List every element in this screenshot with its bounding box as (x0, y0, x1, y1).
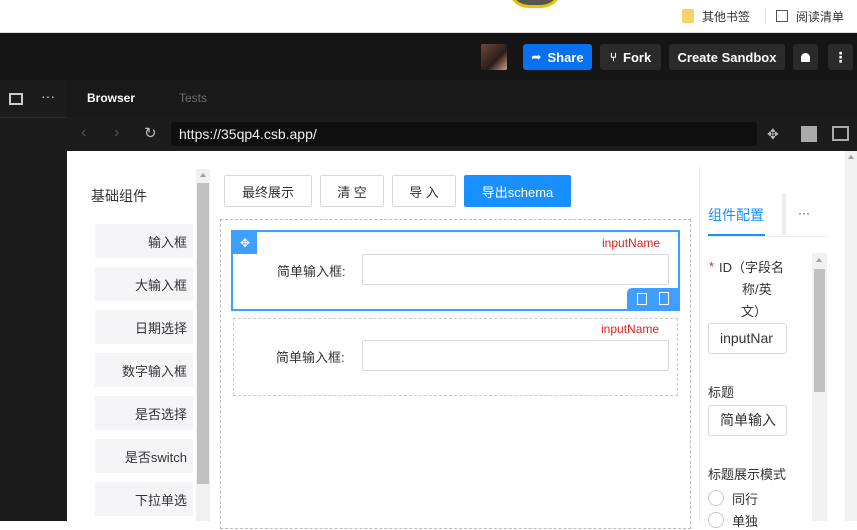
id-label-line1: ID（字段名 (719, 260, 785, 275)
fork-button[interactable]: ⑂ Fork (600, 44, 661, 70)
tab-browser[interactable]: Browser (87, 91, 135, 105)
button-label: 导 入 (409, 184, 439, 200)
field-name: inputName (602, 236, 661, 250)
back-icon[interactable]: ‹ (81, 124, 86, 142)
extension-icon[interactable] (507, 0, 563, 8)
title-input[interactable]: 简单输入 (708, 405, 787, 436)
title-mode-label: 标题展示模式 (708, 467, 787, 482)
scroll-thumb[interactable] (814, 269, 825, 392)
config-divider (699, 167, 700, 521)
bell-icon (801, 52, 810, 62)
split-view-icon[interactable] (801, 126, 817, 142)
id-label-line2: 称/英 (742, 282, 772, 297)
component-label: 输入框 (147, 234, 187, 250)
component-label: 大输入框 (134, 277, 187, 293)
component-label: 是否选择 (134, 406, 187, 422)
bookmark-item-other[interactable]: 其他书签 (682, 6, 750, 26)
bookmark-label: 阅读清单 (796, 9, 845, 24)
scroll-up-icon[interactable] (848, 155, 854, 159)
config-scrollbar[interactable] (812, 253, 827, 521)
move-icon[interactable]: ✥ (767, 126, 785, 144)
component-label: 日期选择 (134, 320, 187, 336)
component-item[interactable]: 日期选择 (95, 310, 193, 344)
reading-list-icon (776, 10, 788, 22)
more-menu-button[interactable]: ⋮ (828, 44, 853, 70)
page-scrollbar[interactable] (845, 151, 857, 521)
new-window-icon[interactable] (832, 126, 849, 141)
refresh-icon[interactable]: ↻ (144, 124, 157, 142)
share-icon: ➦ (531, 50, 542, 64)
bookmark-bar: 其他书签 阅读清单 (0, 0, 857, 33)
component-item[interactable]: 数字输入框 (95, 353, 193, 387)
field-label: 简单输入框: (276, 350, 345, 365)
delete-icon[interactable] (637, 293, 647, 305)
browser-tab-bar: Browser Tests (67, 80, 857, 117)
final-display-button[interactable]: 最终展示 (224, 175, 312, 207)
component-item[interactable]: 下拉单选 (95, 482, 193, 516)
field-label: 简单输入框: (277, 264, 346, 279)
avatar[interactable] (481, 44, 507, 70)
component-item[interactable]: 大输入框 (95, 267, 193, 301)
button-label: 导出schema (481, 184, 554, 200)
sidebar-panel: ··· (0, 80, 67, 521)
title-label: 标题 (708, 385, 735, 400)
scroll-up-icon[interactable] (816, 258, 822, 262)
tab-separator (708, 236, 829, 237)
tab-divider (782, 193, 786, 235)
scroll-thumb[interactable] (197, 183, 209, 484)
notifications-button[interactable] (793, 44, 818, 70)
import-button[interactable]: 导 入 (392, 175, 456, 207)
bookmark-divider (765, 8, 766, 24)
share-label: Share (547, 49, 584, 65)
field-name: inputName (601, 322, 660, 336)
component-item[interactable]: 是否switch (95, 439, 193, 473)
drag-handle[interactable]: ✥ (233, 232, 257, 254)
kebab-icon: ⋮ (833, 49, 848, 65)
scroll-up-icon[interactable] (200, 173, 206, 177)
text-input[interactable] (362, 254, 669, 285)
component-label: 数字输入框 (121, 363, 187, 379)
text-input[interactable] (362, 340, 669, 371)
fork-label: Fork (623, 49, 652, 65)
component-item[interactable]: 是否选择 (95, 396, 193, 430)
tab-component-config[interactable]: 组件配置 (708, 205, 764, 225)
component-item[interactable]: 输入框 (95, 224, 193, 258)
more-tabs-icon[interactable]: ··· (798, 206, 810, 220)
export-schema-button[interactable]: 导出schema (464, 175, 571, 207)
radio-separate[interactable] (708, 512, 724, 528)
sidebar-title: 基础组件 (91, 188, 147, 204)
required-mark: * (709, 259, 715, 274)
radio-inline[interactable] (708, 490, 724, 506)
panel-divider (0, 117, 67, 118)
clear-button[interactable]: 清 空 (320, 175, 384, 207)
id-input[interactable]: inputNar (708, 323, 787, 354)
id-label-line3: 文） (741, 304, 768, 319)
bookmark-item-reading-list[interactable]: 阅读清单 (776, 6, 844, 26)
create-sandbox-button[interactable]: Create Sandbox (669, 44, 785, 70)
url-input[interactable]: https://35qp4.csb.app/ (171, 122, 757, 146)
preview-icon[interactable] (9, 93, 23, 105)
radio-inline-label: 同行 (732, 492, 759, 507)
more-icon[interactable]: ··· (41, 88, 55, 104)
component-label: 是否switch (124, 449, 187, 465)
component-label: 下拉单选 (134, 492, 187, 508)
forward-icon[interactable]: › (114, 124, 119, 142)
tab-tests[interactable]: Tests (179, 91, 207, 105)
folder-icon (682, 9, 694, 23)
form-field[interactable]: inputName 简单输入框: (233, 318, 678, 396)
bookmark-label: 其他书签 (702, 9, 751, 24)
button-label: 最终展示 (241, 184, 294, 200)
form-field-selected[interactable]: ✥ inputName 简单输入框: (231, 230, 680, 311)
field-actions (627, 288, 680, 311)
copy-icon[interactable] (659, 292, 669, 305)
button-label: 清 空 (337, 184, 367, 200)
fork-icon: ⑂ (609, 50, 618, 64)
create-sandbox-label: Create Sandbox (677, 49, 777, 65)
sidebar-scrollbar[interactable] (196, 169, 210, 521)
share-button[interactable]: ➦ Share (523, 44, 592, 70)
